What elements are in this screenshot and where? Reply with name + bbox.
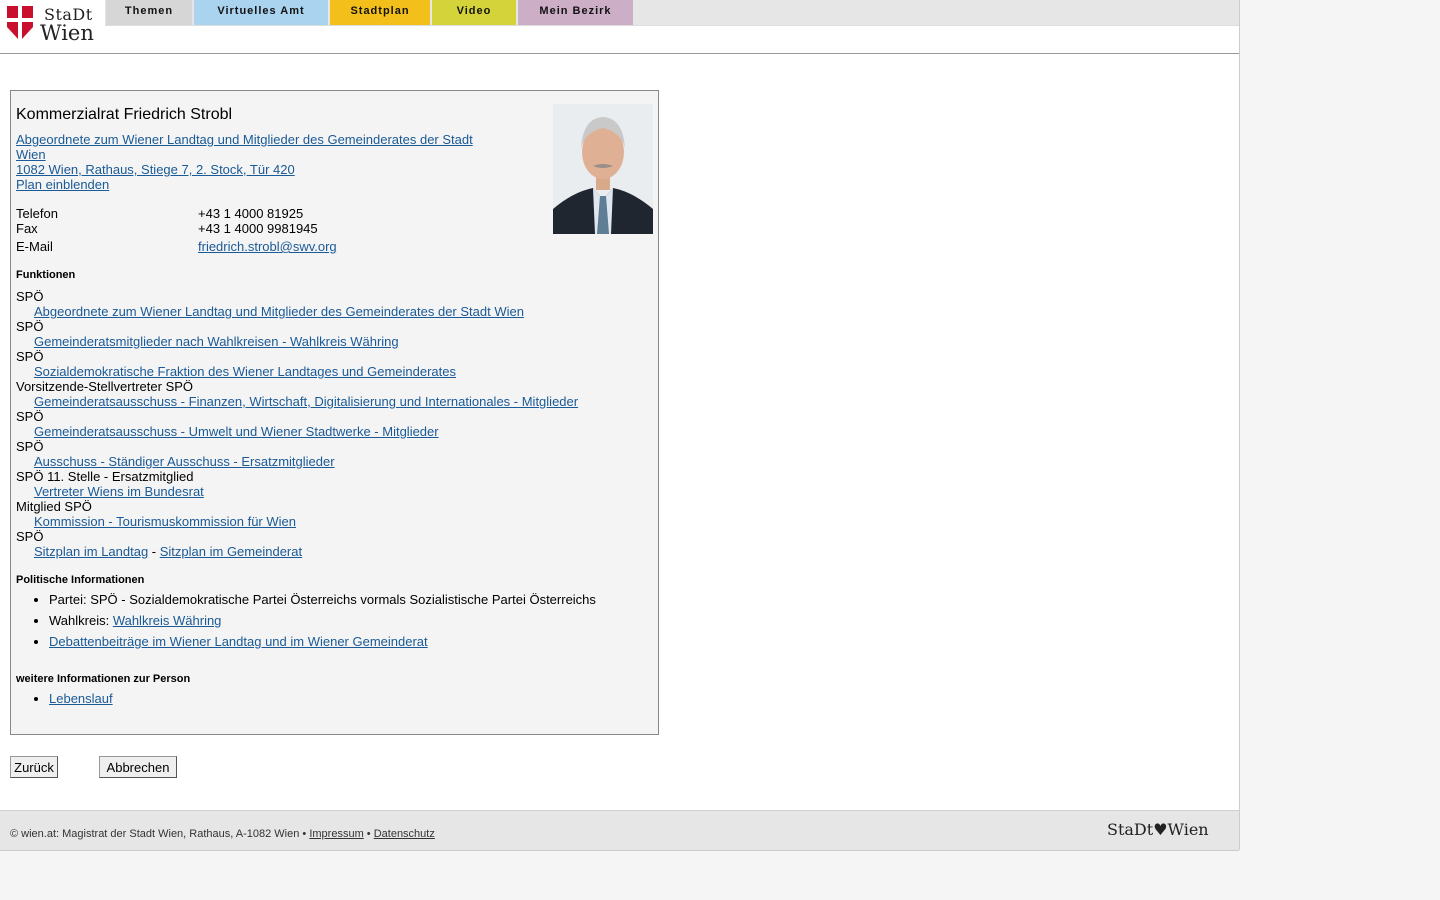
- seat-plan-gemeinderat-link[interactable]: Sitzplan im Gemeinderat: [160, 544, 302, 559]
- person-photo: [553, 104, 653, 234]
- fax-value: +43 1 4000 9981945: [198, 221, 318, 236]
- phone-value: +43 1 4000 81925: [198, 206, 304, 221]
- function-org-link[interactable]: Vertreter Wiens im Bundesrat: [34, 484, 204, 499]
- footer-text: © wien.at: Magistrat der Stadt Wien, Rat…: [10, 828, 435, 840]
- role-link[interactable]: Abgeordnete zum Wiener Landtag und Mitgl…: [16, 132, 486, 162]
- function-role: SPÖ: [16, 409, 44, 424]
- show-map-link[interactable]: Plan einblenden: [16, 177, 486, 192]
- footer-stadt-wien-logo[interactable]: StaDt♥Wien: [1107, 820, 1209, 839]
- person-address-block: Abgeordnete zum Wiener Landtag und Mitgl…: [16, 132, 486, 192]
- back-button[interactable]: Zurück: [10, 756, 58, 778]
- tab-themen[interactable]: Themen: [106, 0, 192, 25]
- tab-virtuelles-amt[interactable]: Virtuelles Amt: [194, 0, 328, 25]
- function-org-link[interactable]: Kommission - Tourismuskommission für Wie…: [34, 514, 296, 529]
- more-info-list: Lebenslauf: [16, 690, 113, 711]
- function-role: Vorsitzende-Stellvertreter SPÖ: [16, 379, 194, 394]
- person-name: Kommerzialrat Friedrich Strobl: [16, 106, 233, 123]
- footer-copyright: © wien.at: Magistrat der Stadt Wien, Rat…: [10, 828, 310, 840]
- page: StaDt Wien Themen Virtuelles Amt Stadtpl…: [0, 0, 1240, 851]
- function-role: Mitglied SPÖ: [16, 499, 92, 514]
- impressum-link[interactable]: Impressum: [309, 828, 363, 840]
- phone-label: Telefon: [16, 206, 58, 221]
- political-list: Partei: SPÖ - Sozialdemokratische Partei…: [16, 591, 596, 654]
- district-link[interactable]: Wahlkreis Währing: [113, 613, 222, 628]
- function-org-link[interactable]: Abgeordnete zum Wiener Landtag und Mitgl…: [34, 304, 524, 319]
- functions-list: SPÖ Abgeordnete zum Wiener Landtag und M…: [16, 289, 646, 559]
- district-label: Wahlkreis:: [49, 613, 113, 628]
- political-heading: Politische Informationen: [16, 574, 145, 586]
- debates-item: Debattenbeiträge im Wiener Landtag und i…: [49, 633, 596, 654]
- debates-link[interactable]: Debattenbeiträge im Wiener Landtag und i…: [49, 634, 428, 649]
- function-role: SPÖ 11. Stelle - Ersatzmitglied: [16, 469, 194, 484]
- functions-heading: Funktionen: [16, 269, 76, 281]
- privacy-link[interactable]: Datenschutz: [374, 828, 435, 840]
- cv-item: Lebenslauf: [49, 690, 113, 711]
- person-card: Kommerzialrat Friedrich Strobl Abgeordne…: [10, 90, 659, 735]
- party-item: Partei: SPÖ - Sozialdemokratische Partei…: [49, 591, 596, 612]
- seat-plan-landtag-link[interactable]: Sitzplan im Landtag: [34, 544, 148, 559]
- address-link[interactable]: 1082 Wien, Rathaus, Stiege 7, 2. Stock, …: [16, 162, 486, 177]
- party-label: Partei:: [49, 592, 91, 607]
- function-role: SPÖ: [16, 289, 44, 304]
- function-org-link[interactable]: Gemeinderatsausschuss - Finanzen, Wirtsc…: [34, 394, 578, 409]
- footer-bullet: •: [363, 828, 374, 840]
- fax-label: Fax: [16, 221, 38, 236]
- cv-link[interactable]: Lebenslauf: [49, 691, 113, 706]
- function-role: SPÖ: [16, 439, 44, 454]
- stadt-wien-logo[interactable]: StaDt Wien: [6, 5, 101, 45]
- seat-separator: -: [148, 544, 160, 559]
- wien-shield-icon: [7, 6, 33, 39]
- function-org-link[interactable]: Sozialdemokratische Fraktion des Wiener …: [34, 364, 456, 379]
- function-org-link[interactable]: Ausschuss - Ständiger Ausschuss - Ersatz…: [34, 454, 335, 469]
- email-link[interactable]: friedrich.strobl@swv.org: [198, 239, 337, 254]
- site-header: StaDt Wien Themen Virtuelles Amt Stadtpl…: [0, 0, 1239, 54]
- district-item: Wahlkreis: Wahlkreis Währing: [49, 612, 596, 633]
- site-footer: © wien.at: Magistrat der Stadt Wien, Rat…: [0, 810, 1239, 851]
- logo-text-wien: Wien: [40, 21, 94, 45]
- tab-mein-bezirk[interactable]: Mein Bezirk: [518, 0, 633, 25]
- function-org-link[interactable]: Gemeinderatsmitglieder nach Wahlkreisen …: [34, 334, 399, 349]
- more-info-heading: weitere Informationen zur Person: [16, 673, 191, 685]
- function-role: SPÖ: [16, 319, 44, 334]
- cancel-button[interactable]: Abbrechen: [99, 756, 177, 778]
- tab-video[interactable]: Video: [432, 0, 516, 25]
- main-nav: Themen Virtuelles Amt Stadtplan Video Me…: [106, 0, 635, 25]
- email-label: E-Mail: [16, 239, 53, 254]
- portrait-image: [553, 104, 653, 234]
- function-role: SPÖ: [16, 529, 44, 544]
- party-value: SPÖ - Sozialdemokratische Partei Österre…: [90, 592, 596, 607]
- function-org-link[interactable]: Gemeinderatsausschuss - Umwelt und Wiene…: [34, 424, 439, 439]
- function-role: SPÖ: [16, 349, 44, 364]
- tab-stadtplan[interactable]: Stadtplan: [330, 0, 430, 25]
